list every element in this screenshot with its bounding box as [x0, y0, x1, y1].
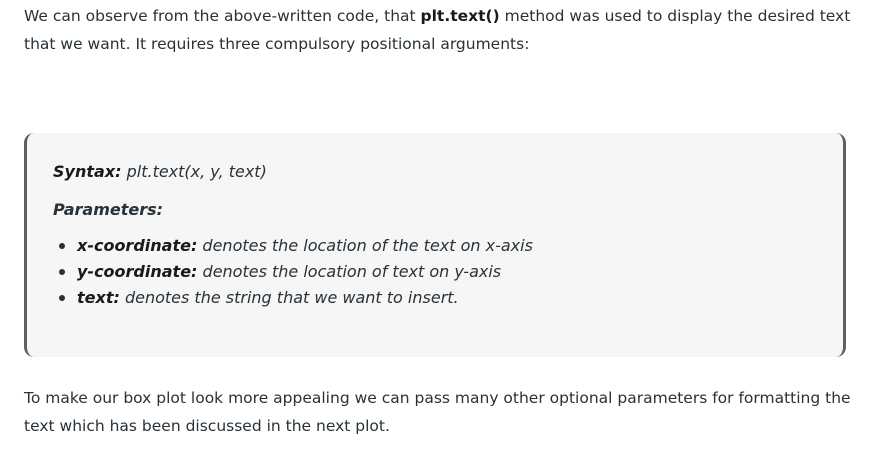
- parameter-description: denotes the location of the text on x-ax…: [197, 236, 533, 255]
- bullet-icon: [59, 243, 65, 249]
- parameter-description: denotes the string that we want to inser…: [119, 288, 459, 307]
- syntax-value: plt.text(x, y, text): [121, 162, 267, 181]
- parameter-name: y-coordinate:: [77, 262, 198, 281]
- inline-code-plt-text: plt.text(): [420, 7, 500, 25]
- bullet-icon: [59, 269, 65, 275]
- parameter-name: text:: [77, 288, 120, 307]
- bullet-icon: [59, 295, 65, 301]
- syntax-label: Syntax:: [53, 162, 122, 181]
- parameters-heading: Parameters:: [53, 200, 164, 219]
- intro-paragraph: We can observe from the above-written co…: [24, 2, 854, 58]
- parameter-item-y-coordinate: y-coordinate: denotes the location of te…: [53, 259, 813, 285]
- parameter-description: denotes the location of text on y-axis: [197, 262, 502, 281]
- outro-paragraph: To make our box plot look more appealing…: [24, 389, 851, 435]
- parameter-item-x-coordinate: x-coordinate: denotes the location of th…: [53, 233, 813, 259]
- intro-text-before: We can observe from the above-written co…: [24, 7, 421, 25]
- parameter-list: x-coordinate: denotes the location of th…: [53, 233, 813, 311]
- syntax-line: Syntax: plt.text(x, y, text): [53, 159, 813, 185]
- syntax-box: Syntax: plt.text(x, y, text) Parameters:…: [24, 133, 846, 357]
- syntax-box-content: Syntax: plt.text(x, y, text) Parameters:…: [53, 159, 813, 311]
- parameter-item-text: text: denotes the string that we want to…: [53, 285, 813, 311]
- parameter-name: x-coordinate:: [77, 236, 198, 255]
